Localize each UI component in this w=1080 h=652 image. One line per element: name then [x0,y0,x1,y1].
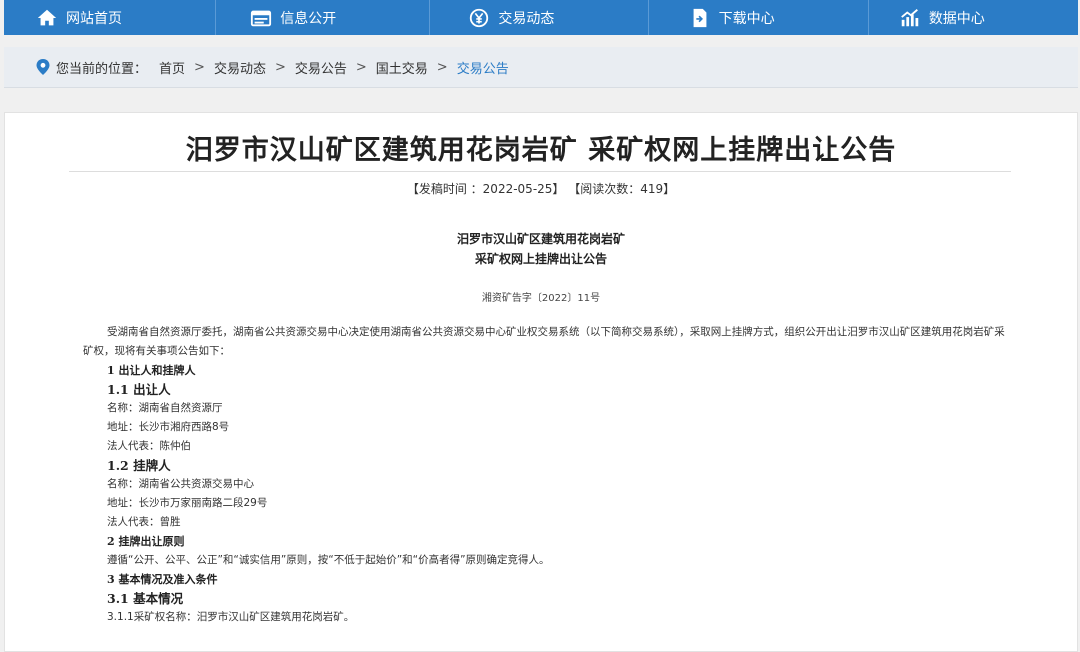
article-meta: 【发稿时间 ：2022-05-25】 【阅读次数：419】 [406,182,676,196]
section-heading: 3 基本情况及准入条件 [107,573,218,586]
nav-item-label: 交易动态 [498,10,555,27]
breadcrumb-separator: > [194,59,205,75]
breadcrumb-separator: > [436,59,448,75]
subsection-heading: 3.1 基本情况 [107,591,184,606]
home-icon [36,7,58,29]
nav-item-label: 网站首页 [66,10,122,27]
breadcrumb: 您当前的位置： 首页 > 交易动态 > 交易公告 > 国土交易 > 交易公告 [4,47,1078,88]
nav-item-label: 信息公开 [280,10,337,27]
breadcrumb-label: 您当前的位置： [56,61,148,77]
breadcrumb-current[interactable]: 交易公告 [457,58,509,77]
subsection-heading: 1.1 出让人 [107,382,171,397]
download-icon [689,7,711,29]
yen-icon [468,7,490,29]
breadcrumb-home[interactable]: 首页 [159,58,185,77]
location-pin-icon [36,59,50,75]
text-line: 名称：湖南省自然资源厅 [107,402,223,414]
text-line: 法人代表：曾胜 [107,516,181,528]
list-icon [250,7,272,29]
breadcrumb-separator: > [274,59,286,75]
paragraph-intro: 受湖南省自然资源厅委托，湖南省公共资源交易中心决定使用湖南省公共资源交易中心矿业… [83,326,1005,357]
nav-item-trade[interactable]: 交易动态 [430,0,649,35]
notice-subtitle-line1: 汨罗市汉山矿区建筑用花岗岩矿 [456,232,625,246]
section-heading: 2 挂牌出让原则 [107,535,185,548]
title-divider [69,171,1011,172]
text-line: 遵循“公开、公平、公正”和“诚实信用”原则，按“不低于起始价”和“价高者得”原则… [107,554,550,566]
text-line: 地址：长沙市万家丽南路二段29号 [107,497,268,509]
nav-item-data[interactable]: 数据中心 [869,0,1078,35]
text-line: 地址：长沙市湘府西路8号 [107,421,230,433]
subsection-heading: 1.2 挂牌人 [107,458,171,473]
nav-item-download[interactable]: 下载中心 [649,0,869,35]
breadcrumb-trade-notice[interactable]: 交易公告 [295,58,347,77]
chart-icon [899,7,921,29]
section-heading: 1 出让人和挂牌人 [107,364,196,377]
breadcrumb-land-trade[interactable]: 国土交易 [376,58,428,77]
text-line: 法人代表：陈仲伯 [107,440,191,452]
top-nav: 网站首页 信息公开 交易动态 下载中心 数据中心 [4,0,1078,35]
breadcrumb-trade-news[interactable]: 交易动态 [214,58,266,77]
text-line: 3.1.1采矿权名称：汨罗市汉山矿区建筑用花岗岩矿。 [107,611,355,623]
text-line: 名称：湖南省公共资源交易中心 [107,478,254,490]
page-title: 汨罗市汉山矿区建筑用花岗岩矿 采矿权网上挂牌出让公告 [185,135,897,166]
nav-item-home[interactable]: 网站首页 [4,0,217,35]
notice-subtitle-line2: 采矿权网上挂牌出让公告 [474,252,607,266]
document-number: 湘资矿告字〔2022〕11号 [481,293,601,304]
article-body: 受湖南省自然资源厅委托，湖南省公共资源交易中心决定使用湖南省公共资源交易中心矿业… [83,323,1013,627]
nav-item-info[interactable]: 信息公开 [216,0,431,35]
breadcrumb-separator: > [355,59,367,75]
article-container: 汨罗市汉山矿区建筑用花岗岩矿 采矿权网上挂牌出让公告 【发稿时间 ：2022-0… [4,112,1078,652]
nav-item-label: 数据中心 [928,10,985,27]
nav-item-label: 下载中心 [718,10,775,27]
